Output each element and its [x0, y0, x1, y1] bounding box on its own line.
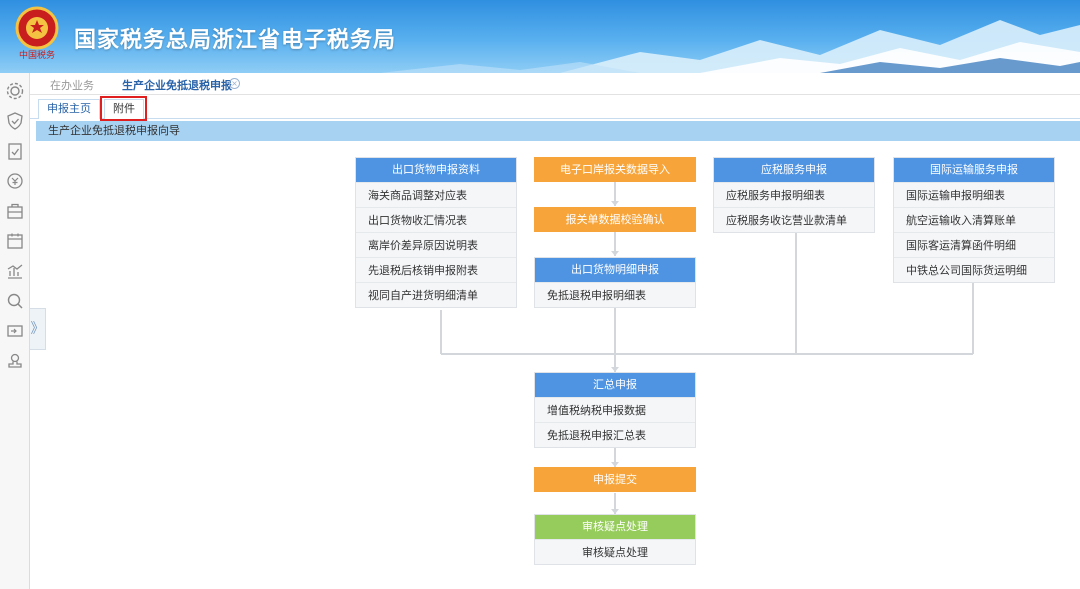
export-goods-title[interactable]: 出口货物申报资料 — [356, 158, 516, 182]
intl-transport-box: 国际运输服务申报 国际运输申报明细表 航空运输收入清算账单 国际客运清算函件明细… — [893, 157, 1055, 283]
export-detail-title[interactable]: 出口货物明细申报 — [535, 258, 695, 282]
list-item[interactable]: 出口货物收汇情况表 — [356, 207, 516, 232]
list-item[interactable]: 应税服务申报明细表 — [714, 182, 874, 207]
list-item[interactable]: 中铁总公司国际货运明细 — [894, 257, 1054, 282]
intl-transport-title[interactable]: 国际运输服务申报 — [894, 158, 1054, 182]
list-item[interactable]: 应税服务收讫营业款清单 — [714, 207, 874, 232]
list-item[interactable]: 视同自产进货明细清单 — [356, 282, 516, 307]
list-item[interactable]: 审核疑点处理 — [535, 539, 695, 564]
review-title[interactable]: 审核疑点处理 — [535, 515, 695, 539]
summary-box: 汇总申报 增值税纳税申报数据 免抵退税申报汇总表 — [534, 372, 696, 448]
list-item[interactable]: 国际客运清算函件明细 — [894, 232, 1054, 257]
summary-title[interactable]: 汇总申报 — [535, 373, 695, 397]
export-detail-box: 出口货物明细申报 免抵退税申报明细表 — [534, 257, 696, 308]
taxable-service-box: 应税服务申报 应税服务申报明细表 应税服务收讫营业款清单 — [713, 157, 875, 233]
taxable-service-title[interactable]: 应税服务申报 — [714, 158, 874, 182]
list-item[interactable]: 国际运输申报明细表 — [894, 182, 1054, 207]
list-item[interactable]: 离岸价差异原因说明表 — [356, 232, 516, 257]
customs-verify-button[interactable]: 报关单数据校验确认 — [534, 207, 696, 232]
list-item[interactable]: 海关商品调整对应表 — [356, 182, 516, 207]
review-box: 审核疑点处理 审核疑点处理 — [534, 514, 696, 565]
submit-declaration-button[interactable]: 申报提交 — [534, 467, 696, 492]
list-item[interactable]: 航空运输收入清算账单 — [894, 207, 1054, 232]
customs-import-button[interactable]: 电子口岸报关数据导入 — [534, 157, 696, 182]
list-item[interactable]: 免抵退税申报汇总表 — [535, 422, 695, 447]
list-item[interactable]: 增值税纳税申报数据 — [535, 397, 695, 422]
list-item[interactable]: 免抵退税申报明细表 — [535, 282, 695, 307]
export-goods-box: 出口货物申报资料 海关商品调整对应表 出口货物收汇情况表 离岸价差异原因说明表 … — [355, 157, 517, 308]
list-item[interactable]: 先退税后核销申报附表 — [356, 257, 516, 282]
